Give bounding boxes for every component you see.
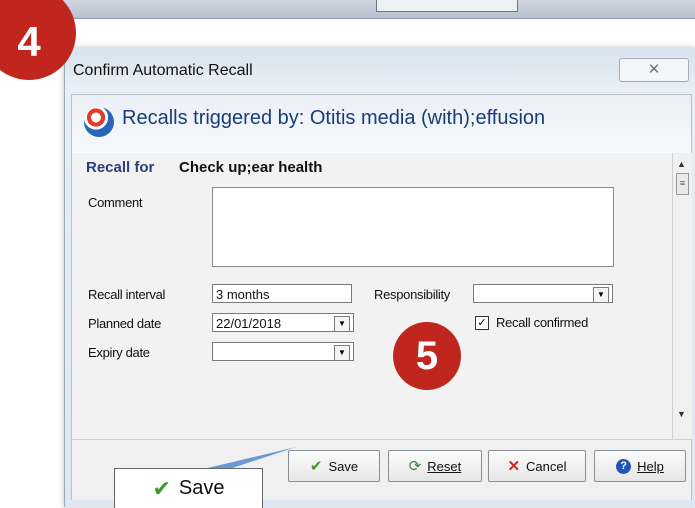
callout-pointer [182, 447, 296, 474]
step-badge-5: 5 [393, 322, 461, 390]
checkmark-icon: ✔ [152, 475, 171, 501]
zoomed-save-callout: ✔ Save [114, 468, 263, 508]
zoomed-save-label: Save [178, 477, 225, 499]
